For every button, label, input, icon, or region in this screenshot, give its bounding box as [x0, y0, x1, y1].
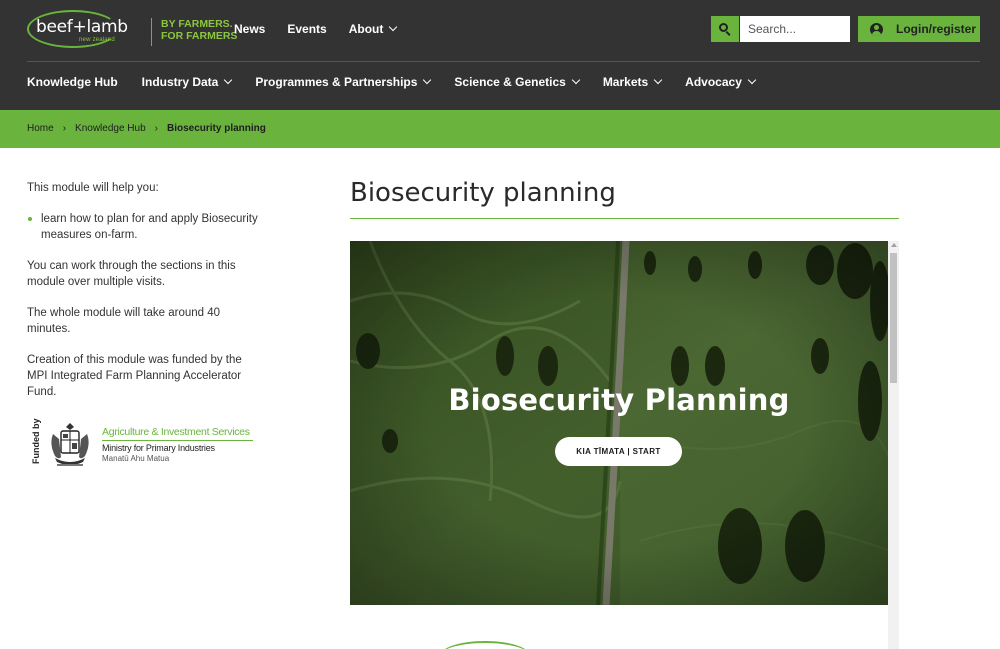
main-nav-programmes-partnerships[interactable]: Programmes & Partnerships	[255, 74, 432, 90]
main-nav-science-genetics[interactable]: Science & Genetics	[454, 74, 581, 90]
top-nav-label: About	[348, 22, 384, 36]
logo-subtext: new zealand	[79, 37, 115, 43]
top-nav-about[interactable]: About	[348, 21, 398, 37]
breadcrumb-current: Biosecurity planning	[166, 123, 266, 134]
logo-word: beef+lamb	[36, 17, 128, 37]
main-nav-industry-data[interactable]: Industry Data	[141, 74, 233, 90]
site-header: beef+lamb new zealand BY FARMERS. FOR FA…	[0, 0, 1000, 110]
title-divider	[350, 218, 899, 219]
breadcrumb-bar: Home › Knowledge Hub › Biosecurity plann…	[0, 110, 1000, 148]
search-button[interactable]	[711, 16, 739, 42]
main-nav-label: Industry Data	[141, 75, 219, 89]
scrollbar-thumb[interactable]	[890, 253, 897, 383]
main-nav-label: Advocacy	[685, 75, 742, 89]
search-icon	[719, 23, 731, 36]
sidebar-bullets: learn how to plan for and apply Biosecur…	[27, 211, 259, 243]
header-divider	[27, 61, 980, 62]
chevron-down-icon	[653, 75, 663, 85]
page-title: Biosecurity planning	[350, 178, 616, 208]
mpi-org-line-2: Ministry for Primary Industries	[102, 443, 215, 453]
breadcrumb: Home › Knowledge Hub › Biosecurity plann…	[27, 123, 266, 134]
main-nav-knowledge-hub[interactable]: Knowledge Hub	[27, 74, 118, 90]
hero-title: Biosecurity Planning	[448, 383, 790, 417]
sidebar-visits-text: You can work through the sections in thi…	[27, 260, 236, 288]
tagline-line-2: FOR FARMERS	[161, 30, 238, 42]
module-embed-frame[interactable]: Biosecurity Planning KIA TĪMATA | START	[350, 241, 899, 649]
top-nav: News Events About	[234, 21, 418, 37]
top-nav-label: News	[234, 22, 266, 36]
funded-by-label: Funded by	[31, 418, 41, 465]
sidebar-bullet: learn how to plan for and apply Biosecur…	[27, 211, 259, 243]
scroll-up-arrow-icon[interactable]	[891, 243, 897, 247]
module-hero: Biosecurity Planning KIA TĪMATA | START	[350, 241, 888, 605]
top-nav-news[interactable]: News	[234, 21, 265, 37]
logo-divider	[151, 18, 152, 46]
mpi-org-line-1: Agriculture & Investment Services	[102, 426, 250, 438]
main-nav-label: Knowledge Hub	[27, 75, 118, 89]
chevron-down-icon	[224, 75, 233, 85]
breadcrumb-home[interactable]: Home	[27, 123, 54, 134]
logo-tagline: BY FARMERS. FOR FARMERS	[161, 18, 237, 42]
breadcrumb-separator: ›	[154, 123, 158, 134]
decorative-arc	[440, 641, 530, 649]
main-nav-label: Programmes & Partnerships	[255, 75, 418, 89]
login-register-button[interactable]: Login/register	[858, 16, 980, 42]
main-nav-label: Markets	[602, 75, 649, 89]
module-sidebar: This module will help you: learn how to …	[27, 180, 259, 415]
chevron-down-icon	[389, 22, 398, 32]
search-input[interactable]	[740, 16, 850, 42]
top-nav-label: Events	[287, 22, 327, 36]
sidebar-intro: This module will help you:	[27, 182, 159, 194]
chevron-down-icon	[423, 75, 432, 85]
top-nav-events[interactable]: Events	[287, 21, 326, 37]
chevron-down-icon	[571, 75, 581, 85]
mpi-org-line-3: Manatū Ahu Matua	[102, 454, 170, 463]
login-label: Login/register	[896, 22, 977, 36]
tagline-line-1: BY FARMERS.	[161, 18, 233, 30]
nz-coat-of-arms-icon	[51, 423, 89, 466]
mpi-rule	[102, 440, 253, 441]
main-nav-label: Science & Genetics	[454, 75, 566, 89]
aerial-farm-image	[350, 241, 888, 605]
sidebar-duration-text: The whole module will take around 40 min…	[27, 307, 221, 335]
breadcrumb-knowledge-hub[interactable]: Knowledge Hub	[75, 123, 146, 134]
chevron-down-icon	[747, 75, 757, 85]
sidebar-funding-text: Creation of this module was funded by th…	[27, 354, 242, 398]
start-button[interactable]: KIA TĪMATA | START	[555, 437, 682, 466]
main-nav-advocacy[interactable]: Advocacy	[685, 74, 757, 90]
main-nav-markets[interactable]: Markets	[602, 74, 663, 90]
mpi-funding-logo: Funded by Agriculture & Investment Servi…	[27, 418, 255, 472]
breadcrumb-separator: ›	[62, 123, 67, 134]
user-circle-icon	[870, 22, 883, 36]
beef-lamb-logo[interactable]: beef+lamb new zealand BY FARMERS. FOR FA…	[27, 8, 237, 50]
main-nav: Knowledge Hub Industry Data Programmes &…	[27, 74, 779, 90]
